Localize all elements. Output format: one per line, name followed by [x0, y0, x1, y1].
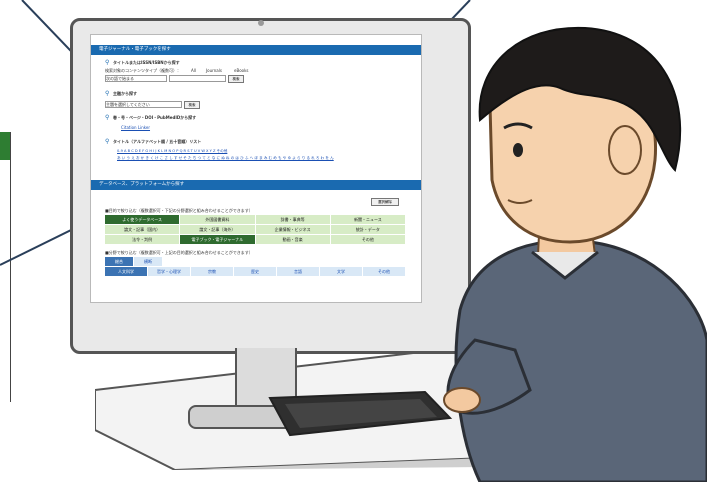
purpose-cell[interactable]: 論文・記事（海外）: [180, 225, 255, 234]
field-cell[interactable]: 宗教: [191, 267, 233, 276]
content-type-all[interactable]: All: [191, 68, 196, 73]
purpose-cell[interactable]: その他: [330, 235, 405, 244]
field-cell[interactable]: 人文科学: [105, 267, 147, 276]
search-title-issn-heading: タイトルまたはISSN/ISBNから探す: [113, 60, 180, 65]
purpose-cell[interactable]: 動画・音楽: [255, 235, 330, 244]
field-tab[interactable]: 総合: [105, 257, 133, 266]
content-type-journals[interactable]: Journals: [206, 68, 222, 73]
citation-linker-link[interactable]: Citation Linker: [121, 125, 150, 130]
purpose-cell[interactable]: 外国図書資料: [180, 215, 255, 224]
field-cell[interactable]: 文学: [320, 267, 362, 276]
kana-index-links[interactable]: あ い う え お か き く け こ さ し す せ そ た ち つ て と …: [117, 156, 334, 161]
subject-heading: 主題から探す: [113, 91, 137, 96]
person-illustration: [443, 26, 707, 482]
purpose-cell[interactable]: 辞書・事典等: [255, 215, 330, 224]
field-filter-label: ■分野で絞り込む（複数選択可・上記の目的選択と組み合わせることができます）: [105, 250, 253, 255]
field-filter-grid: 人文科学 哲学・心理学 宗教 歴史 言語 文学 その他: [105, 267, 405, 276]
content-type-ebooks[interactable]: eBooks: [234, 68, 249, 73]
purpose-cell[interactable]: 統計・データ: [330, 225, 405, 234]
title-search-button[interactable]: 検索: [228, 75, 244, 83]
purpose-cell[interactable]: 論文・記事（国内）: [105, 225, 180, 234]
field-cell[interactable]: 哲学・心理学: [148, 267, 190, 276]
field-cell[interactable]: 言語: [277, 267, 319, 276]
purpose-cell[interactable]: 電子ブック・電子ジャーナル: [180, 235, 255, 244]
alpha-index-links[interactable]: 0-9 A B C D E F G H I J K L M N O P Q R …: [117, 149, 227, 154]
citation-heading: 巻・号・ページ・DOI・PubMedIDから探す: [113, 115, 197, 120]
select-clear-button[interactable]: 選択解除: [371, 198, 399, 206]
section-header-databases: データベース、プラットフォームから探す: [91, 180, 421, 190]
purpose-filter-label: ■目的で絞り込む（複数選択可・下記の分野選択と組み合わせることができます）: [105, 208, 253, 213]
section-header-ejournals: 電子ジャーナル・電子ブックを探す: [91, 45, 421, 55]
search-mode-select[interactable]: 次の語で始まる: [105, 75, 167, 82]
field-cell[interactable]: その他: [363, 267, 405, 276]
subject-search-button[interactable]: 検索: [184, 101, 200, 109]
search-icon: ⚲: [105, 90, 110, 97]
monitor-screen: 電子ジャーナル・電子ブックを探す ⚲ タイトルまたはISSN/ISBNから探す …: [90, 34, 422, 303]
search-icon: ⚲: [105, 114, 110, 121]
title-search-input[interactable]: [169, 75, 226, 82]
field-tabs: 総合 横断: [105, 257, 405, 266]
search-icon: ⚲: [105, 59, 110, 66]
search-icon: ⚲: [105, 138, 110, 145]
purpose-cell[interactable]: 新聞・ニュース: [330, 215, 405, 224]
purpose-cell[interactable]: 企業情報・ビジネス: [255, 225, 330, 234]
alpha-list-heading: タイトル（アルファベット順 / 五十音順）リスト: [113, 139, 202, 144]
field-cell[interactable]: 歴史: [234, 267, 276, 276]
subject-select[interactable]: 主題を選択してください: [105, 101, 182, 108]
purpose-cell[interactable]: 法令・判例: [105, 235, 180, 244]
field-tab[interactable]: 横断: [134, 257, 162, 266]
content-type-label: 検索対象のコンテンツタイプ（複数可）：: [105, 68, 181, 73]
purpose-cell[interactable]: よく使うデータベース: [105, 215, 180, 224]
webcam-icon: [258, 20, 264, 26]
purpose-filter-grid: よく使うデータベース 外国図書資料 辞書・事典等 新聞・ニュース 論文・記事（国…: [105, 215, 405, 244]
